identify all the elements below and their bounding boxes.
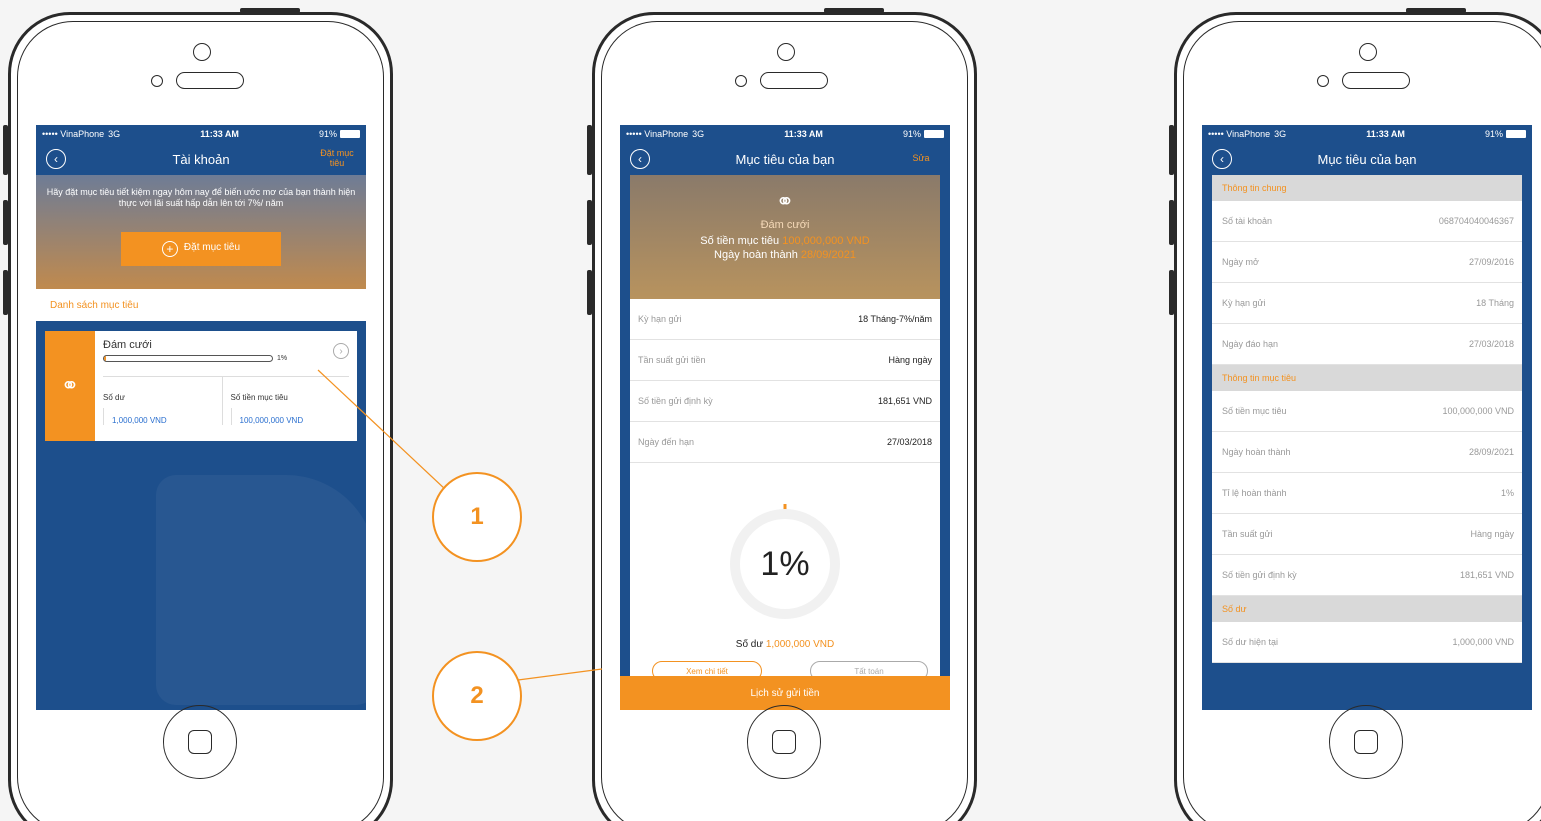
callout-line-1	[317, 369, 447, 491]
callout-lines	[317, 369, 603, 681]
callout-1: 1	[432, 472, 522, 562]
callout-2: 2	[432, 651, 522, 741]
callout-line-2	[517, 668, 603, 681]
